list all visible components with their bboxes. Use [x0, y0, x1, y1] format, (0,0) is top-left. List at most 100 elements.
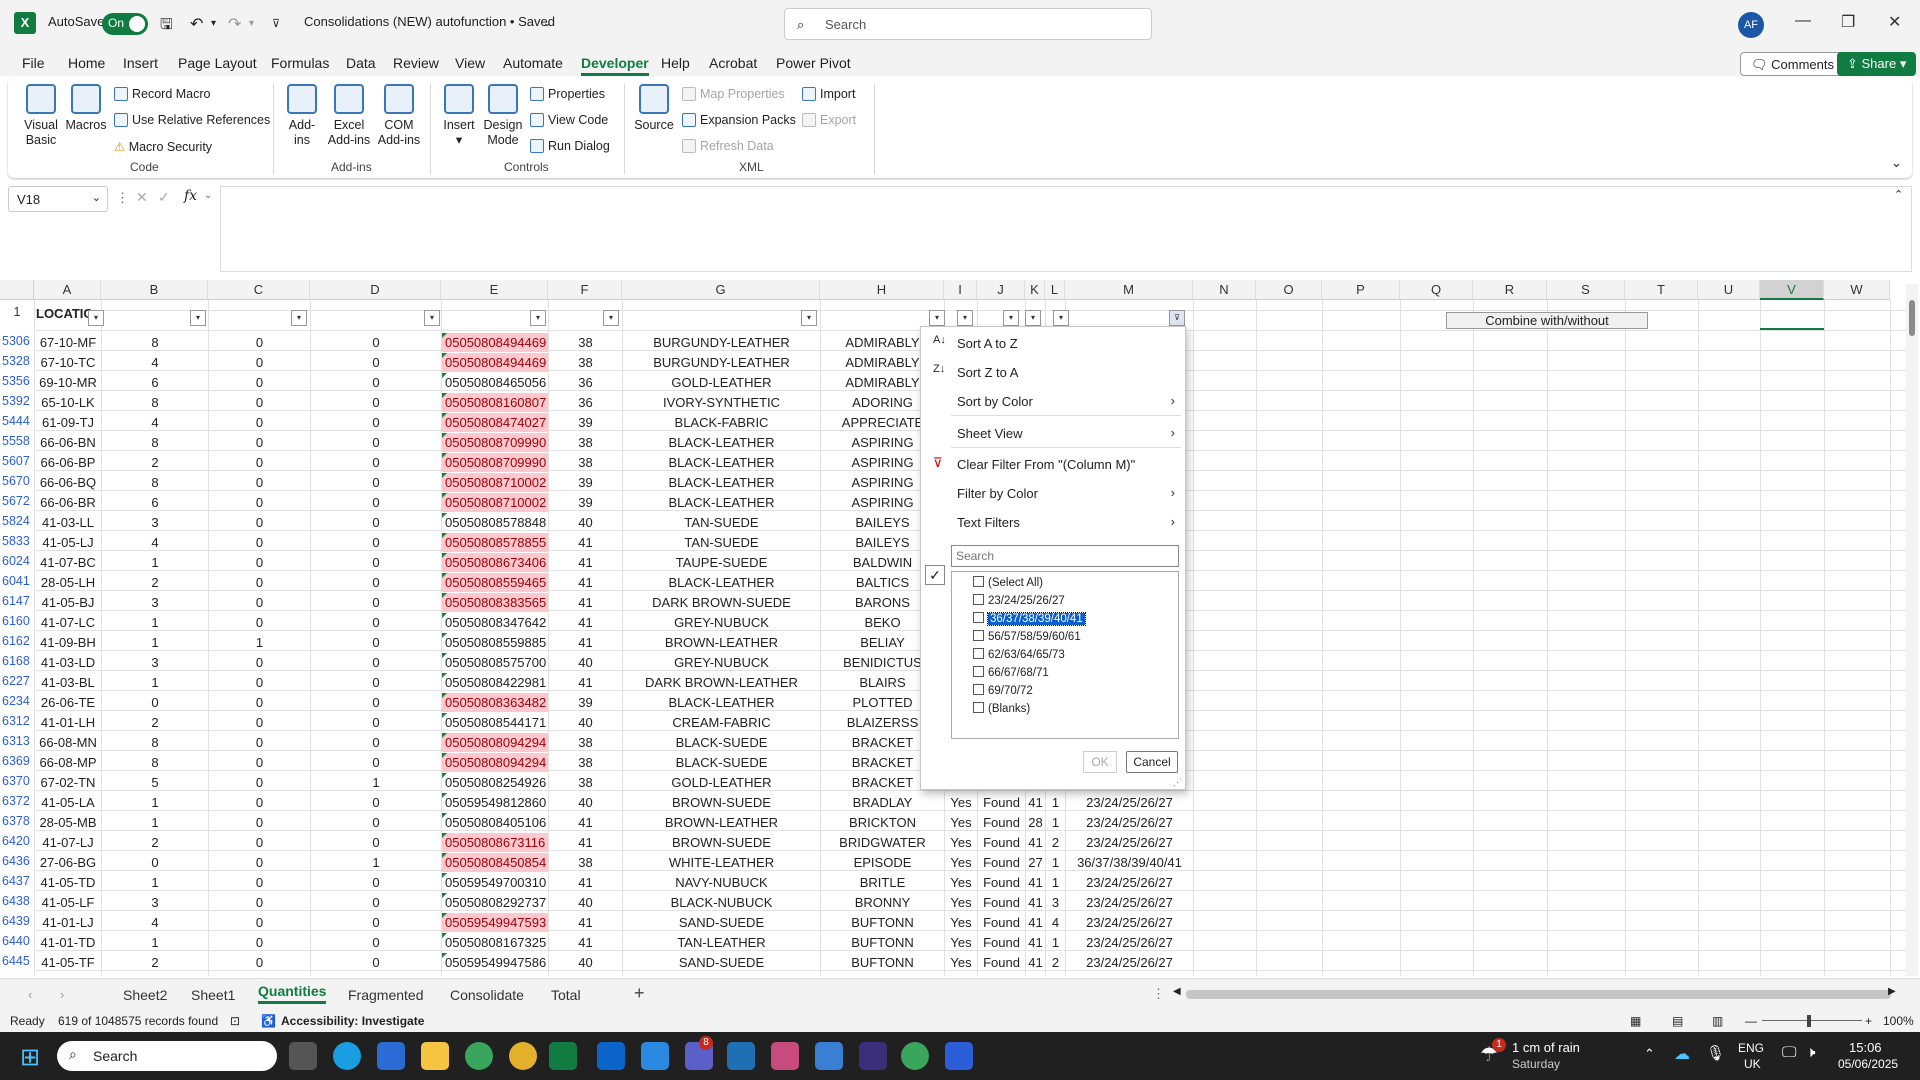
cell-d[interactable]: 0 [311, 893, 441, 912]
cell-l[interactable]: 2 [1046, 953, 1065, 972]
cell-g[interactable]: NAVY-NUBUCK [623, 873, 820, 892]
cell-g[interactable]: BLACK-LEATHER [623, 573, 820, 592]
autosave-toggle[interactable]: On [102, 13, 148, 35]
filter-value-item[interactable]: 36/37/38/39/40/41 [973, 612, 1086, 626]
filter-value-item[interactable]: 66/67/68/71 [973, 666, 1049, 679]
cell-a[interactable]: 26-06-TE [35, 693, 101, 712]
search-app-icon[interactable] [901, 1042, 929, 1070]
cell-b[interactable]: 1 [102, 613, 208, 632]
row-header[interactable]: 6024 [0, 554, 34, 568]
cell-b[interactable]: 1 [102, 873, 208, 892]
cell-b[interactable]: 2 [102, 833, 208, 852]
save-icon[interactable]: 🖫 [160, 14, 173, 39]
filter-button[interactable]: ▾ [424, 310, 440, 326]
cell-e[interactable]: 05050808673406 [442, 553, 548, 572]
cell-d[interactable]: 1 [311, 853, 441, 872]
cell-e[interactable]: 05050808474027 [442, 413, 548, 432]
clock-time[interactable]: 15:06 [1849, 1040, 1882, 1055]
vpn-icon[interactable] [859, 1042, 887, 1070]
cell-f[interactable]: 40 [549, 953, 622, 972]
ok-button[interactable]: OK [1083, 751, 1117, 773]
column-header[interactable]: N [1193, 280, 1256, 300]
menu-insert[interactable]: Insert [123, 55, 158, 71]
use-relative-references-button[interactable]: Use Relative References [114, 113, 270, 127]
cell-c[interactable]: 0 [209, 453, 310, 472]
cell-a[interactable]: 41-05-TD [35, 873, 101, 892]
menu-data[interactable]: Data [346, 55, 376, 71]
more-icon[interactable]: ⋮ [116, 190, 129, 206]
menu-page-layout[interactable]: Page Layout [178, 55, 257, 71]
filter-button[interactable]: ▾ [603, 310, 619, 326]
cell-f[interactable]: 39 [549, 473, 622, 492]
cell-a[interactable]: 41-03-LL [35, 513, 101, 532]
design-mode-button[interactable]: Design Mode [480, 84, 526, 148]
cell-b[interactable]: 5 [102, 773, 208, 792]
cell-f[interactable]: 41 [549, 813, 622, 832]
cell-g[interactable]: BROWN-LEATHER [623, 633, 820, 652]
menu-help[interactable]: Help [661, 55, 690, 71]
cell-d[interactable]: 0 [311, 753, 441, 772]
cell-l[interactable]: 1 [1046, 813, 1065, 832]
cell-f[interactable]: 38 [549, 433, 622, 452]
row-header[interactable]: 5444 [0, 414, 34, 428]
cell-a[interactable]: 66-06-BR [35, 493, 101, 512]
cell-a[interactable]: 41-05-TF [35, 953, 101, 972]
cell-l[interactable]: 1 [1046, 853, 1065, 872]
selected-cell[interactable] [1760, 304, 1824, 330]
cell-b[interactable]: 4 [102, 353, 208, 372]
column-header[interactable]: D [310, 280, 441, 300]
cell-h[interactable]: BUFTONN [821, 933, 944, 952]
row-header[interactable]: 5824 [0, 514, 34, 528]
com-addins-button[interactable]: COM Add-ins [374, 84, 424, 148]
cell-d[interactable]: 0 [311, 393, 441, 412]
enter-formula-icon[interactable]: ✓ [158, 189, 170, 206]
cell-g[interactable]: GOLD-LEATHER [623, 773, 820, 792]
cell-m[interactable]: 23/24/25/26/27 [1066, 913, 1193, 932]
comments-button[interactable]: 🗨 Comments [1740, 52, 1845, 76]
cell-d[interactable]: 0 [311, 733, 441, 752]
cell-b[interactable]: 2 [102, 713, 208, 732]
cell-a[interactable]: 27-06-BG [35, 853, 101, 872]
language[interactable]: ENG [1738, 1041, 1764, 1055]
cell-e[interactable]: 05050808160807 [442, 393, 548, 412]
cell-j[interactable]: Found [978, 813, 1025, 832]
cell-h[interactable]: BRADLAY [821, 793, 944, 812]
cell-b[interactable]: 2 [102, 453, 208, 472]
cell-f[interactable]: 38 [549, 853, 622, 872]
task-view-icon[interactable] [289, 1042, 317, 1070]
formula-input[interactable] [220, 186, 1912, 272]
cell-g[interactable]: SAND-SUEDE [623, 913, 820, 932]
scroll-left-icon[interactable]: ◀ [1173, 986, 1181, 997]
cell-f[interactable]: 38 [549, 753, 622, 772]
cell-f[interactable]: 39 [549, 493, 622, 512]
cell-d[interactable]: 0 [311, 793, 441, 812]
cell-c[interactable]: 0 [209, 493, 310, 512]
microphone-icon[interactable]: 🎙 [1706, 1044, 1725, 1062]
cell-f[interactable]: 41 [549, 573, 622, 592]
row-header[interactable]: 6160 [0, 614, 34, 628]
filter-value-item[interactable]: (Blanks) [973, 702, 1030, 715]
row-header[interactable]: 6162 [0, 634, 34, 648]
cell-e[interactable]: 05050808494469 [442, 353, 548, 372]
cell-m[interactable]: 23/24/25/26/27 [1066, 813, 1193, 832]
cell-b[interactable]: 8 [102, 753, 208, 772]
cell-c[interactable]: 1 [209, 633, 310, 652]
cell-l[interactable]: 3 [1046, 893, 1065, 912]
cell-a[interactable]: 41-07-LC [35, 613, 101, 632]
cell-a[interactable]: 41-03-LD [35, 653, 101, 672]
cell-d[interactable]: 0 [311, 813, 441, 832]
cell-c[interactable]: 0 [209, 433, 310, 452]
vertical-scroll-thumb[interactable] [1909, 300, 1915, 336]
cell-a[interactable]: 66-08-MP [35, 753, 101, 772]
cell-b[interactable]: 1 [102, 553, 208, 572]
cell-e[interactable]: 05050808709990 [442, 433, 548, 452]
cell-c[interactable]: 0 [209, 413, 310, 432]
customize-toolbar-icon[interactable]: ⊽ [272, 17, 280, 30]
page-layout-icon[interactable]: ▤ [1672, 1014, 1683, 1028]
filter-value-item[interactable]: 69/70/72 [973, 684, 1033, 697]
magnifier-app-icon[interactable] [465, 1042, 493, 1070]
cell-f[interactable]: 41 [549, 873, 622, 892]
checkbox-icon[interactable] [973, 684, 984, 695]
cell-l[interactable]: 2 [1046, 833, 1065, 852]
windows-start-icon[interactable]: ⊞ [20, 1043, 40, 1072]
